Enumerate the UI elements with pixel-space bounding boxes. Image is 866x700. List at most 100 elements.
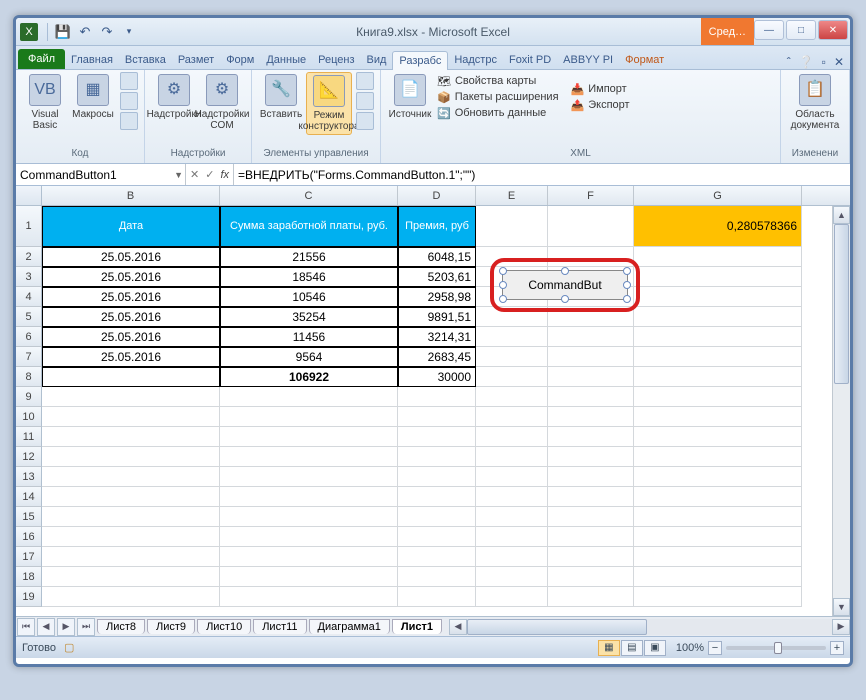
xml-source-button[interactable]: 📄 Источник [387, 72, 433, 122]
cell[interactable] [476, 567, 548, 587]
col-header-g[interactable]: G [634, 186, 802, 205]
cell[interactable] [398, 407, 476, 427]
cell[interactable] [220, 587, 398, 607]
cell[interactable] [220, 387, 398, 407]
cell[interactable] [476, 447, 548, 467]
macro-security-icon[interactable] [120, 112, 138, 130]
row-header[interactable]: 12 [16, 447, 42, 467]
name-box-dropdown-icon[interactable]: ▼ [174, 170, 183, 180]
cell[interactable] [548, 587, 634, 607]
insert-control-button[interactable]: 🔧 Вставить [258, 72, 304, 122]
cell[interactable] [548, 427, 634, 447]
cell[interactable] [220, 467, 398, 487]
cell[interactable] [548, 206, 634, 247]
header-salary[interactable]: Сумма заработной платы, руб. [220, 206, 398, 247]
col-header-d[interactable]: D [398, 186, 476, 205]
fx-icon[interactable]: fx [220, 169, 229, 181]
row-header[interactable]: 1 [16, 206, 42, 247]
cell[interactable] [634, 507, 802, 527]
cell[interactable] [476, 347, 548, 367]
cell[interactable] [548, 527, 634, 547]
cell[interactable] [634, 407, 802, 427]
cell[interactable] [220, 447, 398, 467]
cell[interactable] [398, 567, 476, 587]
col-header-c[interactable]: C [220, 186, 398, 205]
com-addins-button[interactable]: ⚙ Надстройки COM [199, 72, 245, 133]
run-dialog-icon[interactable] [356, 112, 374, 130]
cell-date[interactable]: 25.05.2016 [42, 267, 220, 287]
zoom-in-button[interactable]: + [830, 641, 844, 655]
cell[interactable] [548, 327, 634, 347]
view-page-break-button[interactable]: ▣ [644, 640, 666, 656]
document-panel-button[interactable]: 📋 Область документа [787, 72, 843, 133]
cell[interactable] [634, 467, 802, 487]
cell[interactable] [398, 527, 476, 547]
view-page-layout-button[interactable]: ▤ [621, 640, 643, 656]
relative-refs-icon[interactable] [120, 92, 138, 110]
name-box[interactable]: CommandButton1 ▼ [16, 164, 186, 185]
qat-dropdown-icon[interactable]: ▾ [119, 22, 139, 42]
refresh-data-button[interactable]: 🔄Обновить данные [435, 106, 561, 121]
row-header[interactable]: 9 [16, 387, 42, 407]
cell[interactable] [548, 247, 634, 267]
tab-insert[interactable]: Вставка [119, 51, 172, 69]
ribbon-minimize-icon[interactable]: ˆ [787, 55, 791, 69]
tab-review[interactable]: Реценз [312, 51, 360, 69]
cell-salary[interactable]: 18546 [220, 267, 398, 287]
enter-formula-icon[interactable]: ✓ [205, 168, 214, 181]
row-header[interactable]: 8 [16, 367, 42, 387]
horizontal-scrollbar[interactable]: ◀ ▶ [449, 618, 850, 636]
cell[interactable] [634, 567, 802, 587]
cell[interactable] [548, 307, 634, 327]
resize-handle[interactable] [561, 267, 569, 275]
cell[interactable] [548, 347, 634, 367]
zoom-out-button[interactable]: − [708, 641, 722, 655]
row-header[interactable]: 7 [16, 347, 42, 367]
col-header-f[interactable]: F [548, 186, 634, 205]
cell-date[interactable]: 25.05.2016 [42, 287, 220, 307]
row-header[interactable]: 16 [16, 527, 42, 547]
cell[interactable] [548, 487, 634, 507]
row-header[interactable]: 5 [16, 307, 42, 327]
design-mode-button[interactable]: 📐 Режим конструктора [306, 72, 352, 135]
cell[interactable] [548, 387, 634, 407]
row-header[interactable]: 18 [16, 567, 42, 587]
view-normal-button[interactable]: ▦ [598, 640, 620, 656]
resize-handle[interactable] [499, 281, 507, 289]
visual-basic-button[interactable]: VB Visual Basic [22, 72, 68, 133]
properties-icon[interactable] [356, 72, 374, 90]
scroll-thumb[interactable] [834, 224, 849, 384]
redo-icon[interactable]: ↷ [97, 22, 117, 42]
sheet-tab[interactable]: Лист1 [392, 619, 442, 634]
cell-g1[interactable]: 0,280578366 [634, 206, 802, 247]
tab-view[interactable]: Вид [361, 51, 393, 69]
hscroll-right-button[interactable]: ▶ [832, 619, 850, 635]
cell[interactable] [476, 467, 548, 487]
resize-handle[interactable] [623, 281, 631, 289]
tab-developer[interactable]: Разрабс [392, 51, 448, 70]
cell-bonus[interactable]: 3214,31 [398, 327, 476, 347]
tab-file[interactable]: Файл [18, 49, 65, 69]
cell[interactable] [548, 407, 634, 427]
cell[interactable] [42, 587, 220, 607]
cell[interactable] [398, 547, 476, 567]
cell[interactable] [42, 547, 220, 567]
scroll-up-button[interactable]: ▲ [833, 206, 850, 224]
cell[interactable] [634, 287, 802, 307]
cell[interactable] [42, 527, 220, 547]
sheet-tab[interactable]: Лист9 [147, 619, 195, 634]
macros-button[interactable]: ▦ Макросы [70, 72, 116, 122]
help-icon[interactable]: ❔ [799, 55, 814, 69]
cell-salary[interactable]: 9564 [220, 347, 398, 367]
row-header[interactable]: 10 [16, 407, 42, 427]
tab-format[interactable]: Формат [619, 51, 670, 69]
sheet-tab[interactable]: Диаграмма1 [309, 619, 390, 634]
sheet-nav-prev[interactable]: ◀ [37, 618, 55, 636]
row-header[interactable]: 19 [16, 587, 42, 607]
cell[interactable] [42, 407, 220, 427]
close-button[interactable]: ✕ [818, 20, 848, 40]
xml-export-button[interactable]: 📤Экспорт [569, 98, 632, 113]
record-macro-icon[interactable] [120, 72, 138, 90]
sheet-nav-last[interactable]: ⏭ [77, 618, 95, 636]
select-all-corner[interactable] [16, 186, 42, 205]
